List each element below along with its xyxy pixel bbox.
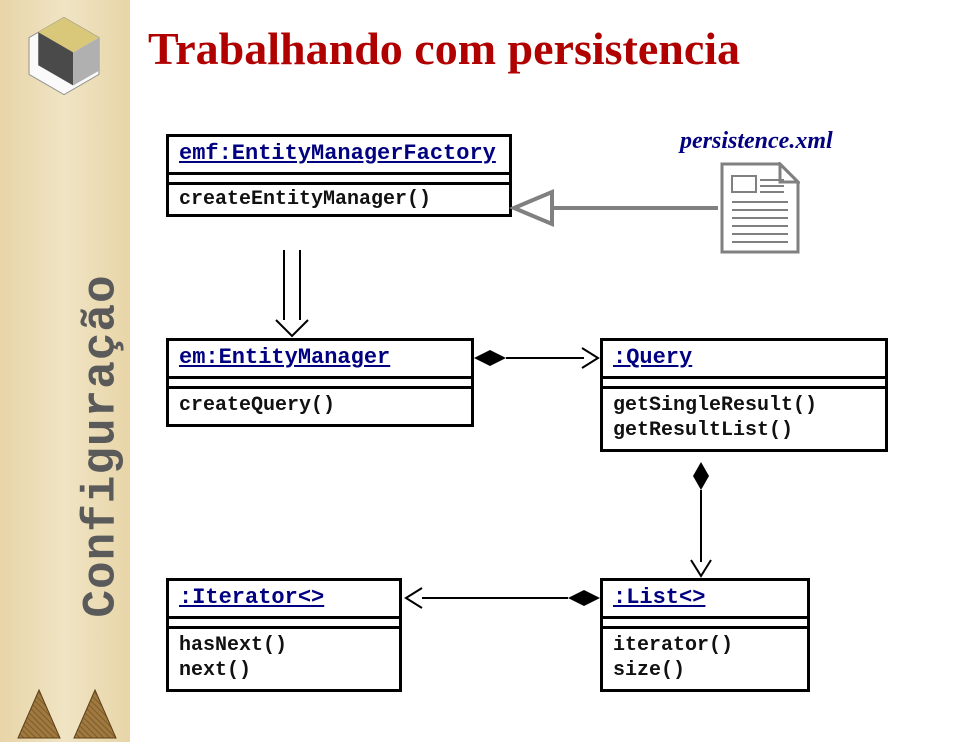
persistence-xml-label: persistence.xml xyxy=(680,128,833,155)
nav-next-icon[interactable] xyxy=(70,686,120,742)
uml-iterator: :Iterator<> hasNext() next() xyxy=(166,578,402,692)
sidebar-label: Configuração xyxy=(76,274,128,617)
uml-query: :Query getSingleResult() getResultList() xyxy=(600,338,888,452)
uml-methods: hasNext() next() xyxy=(169,629,399,689)
nav-prev-icon[interactable] xyxy=(14,686,64,742)
uml-class-name: :Iterator<> xyxy=(169,581,399,619)
uml-class-name: :List<> xyxy=(603,581,807,619)
uml-methods: getSingleResult() getResultList() xyxy=(603,389,885,449)
document-icon xyxy=(720,162,800,254)
uml-list: :List<> iterator() size() xyxy=(600,578,810,692)
uml-entity-manager-factory: emf:EntityManagerFactory createEntityMan… xyxy=(166,134,512,217)
uml-entity-manager: em:EntityManager createQuery() xyxy=(166,338,474,427)
nav-triangles xyxy=(14,686,120,742)
uml-class-name: :Query xyxy=(603,341,885,379)
arrow-doc-to-emf xyxy=(512,188,722,228)
uml-methods: createEntityManager() xyxy=(169,185,509,214)
uml-class-name: emf:EntityManagerFactory xyxy=(169,137,509,175)
page-title: Trabalhando com persistencia xyxy=(148,22,740,75)
arrow-list-to-iterator xyxy=(402,586,602,614)
arrow-emf-to-em xyxy=(272,250,312,340)
uml-methods: iterator() size() xyxy=(603,629,807,689)
arrow-query-to-list xyxy=(686,462,716,582)
logo-icon xyxy=(18,10,110,102)
uml-methods: createQuery() xyxy=(169,389,471,424)
sidebar: Configuração xyxy=(0,0,130,742)
arrow-em-to-query xyxy=(474,346,604,376)
uml-class-name: em:EntityManager xyxy=(169,341,471,379)
